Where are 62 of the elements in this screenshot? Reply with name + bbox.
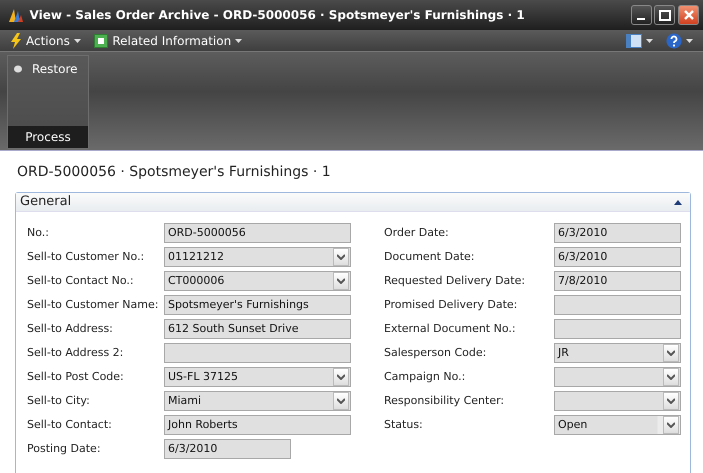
lightning-icon <box>10 32 22 48</box>
field-label: External Document No.: <box>384 320 517 337</box>
input-field[interactable] <box>554 319 681 339</box>
field-label: Requested Delivery Date: <box>384 272 526 289</box>
collapse-icon[interactable] <box>674 199 682 205</box>
dropdown-field[interactable]: Miami <box>164 391 351 411</box>
field-label: Salesperson Code: <box>384 344 488 361</box>
field-label: Sell-to Customer No.: <box>27 248 146 265</box>
section-title: General <box>20 193 72 212</box>
help-icon <box>666 32 682 48</box>
input-field[interactable]: Spotsmeyer's Furnishings <box>164 295 351 315</box>
dropdown-field[interactable]: Open <box>554 415 681 435</box>
field-label: Sell-to City: <box>27 392 91 409</box>
dropdown-field[interactable]: US-FL 37125 <box>164 367 351 387</box>
dropdown-field[interactable]: CT000006 <box>164 271 351 291</box>
ribbon-group-label: Process <box>8 126 88 148</box>
field-label: Sell-to Address: <box>27 320 114 337</box>
input-field[interactable]: 612 South Sunset Drive <box>164 319 351 339</box>
field-label: Responsibility Center: <box>384 392 506 409</box>
dropdown-field[interactable] <box>554 391 681 411</box>
input-field[interactable]: 6/3/2010 <box>554 247 681 267</box>
menu-button[interactable]: Related Information <box>90 32 246 50</box>
app-logo-icon <box>8 7 24 23</box>
field-label: Sell-to Contact No.: <box>27 272 135 289</box>
layout-icon <box>626 34 642 48</box>
dropdown-field[interactable]: JR <box>554 343 681 363</box>
field-label: Document Date: <box>384 248 476 265</box>
maximize-icon <box>658 10 671 20</box>
input-field[interactable]: 7/8/2010 <box>554 271 681 291</box>
restore-button[interactable]: Restore <box>8 56 84 82</box>
input-field[interactable]: ORD-5000056 <box>164 223 351 243</box>
page-title: ORD-5000056 · Spotsmeyer's Furnishings · 1 <box>17 163 332 182</box>
input-field[interactable] <box>554 295 681 315</box>
dropdown-field[interactable]: 01121212 <box>164 247 351 267</box>
menu-button[interactable]: Actions <box>6 32 85 50</box>
input-field[interactable]: 6/3/2010 <box>164 439 291 459</box>
minimize-icon <box>637 18 645 20</box>
close-button[interactable] <box>678 5 699 25</box>
field-label: No.: <box>27 224 50 241</box>
field-label: Promised Delivery Date: <box>384 296 518 313</box>
minimize-button[interactable] <box>630 5 652 25</box>
field-label: Order Date: <box>384 224 450 241</box>
window-title: View - Sales Order Archive - ORD-5000056 · Spotsmeyer's Furnishings · 1 <box>30 7 526 24</box>
disk-icon <box>14 65 22 73</box>
caret-icon <box>74 38 81 42</box>
maximize-button[interactable] <box>654 5 676 25</box>
input-field[interactable]: John Roberts <box>164 415 351 435</box>
caret-icon <box>686 38 693 42</box>
field-label: Campaign No.: <box>384 368 466 385</box>
input-field[interactable]: 6/3/2010 <box>554 223 681 243</box>
input-field[interactable] <box>164 343 351 363</box>
field-label: Sell-to Post Code: <box>27 368 125 385</box>
field-label: Status: <box>384 416 424 433</box>
field-label: Sell-to Customer Name: <box>27 296 160 313</box>
field-label: Sell-to Address 2: <box>27 344 124 361</box>
caret-icon <box>235 38 242 42</box>
field-label: Sell-to Contact: <box>27 416 113 433</box>
caret-icon <box>646 38 652 42</box>
grid-icon <box>94 34 108 48</box>
close-icon <box>684 10 694 20</box>
field-label: Posting Date: <box>27 440 102 457</box>
dropdown-field[interactable] <box>554 367 681 387</box>
